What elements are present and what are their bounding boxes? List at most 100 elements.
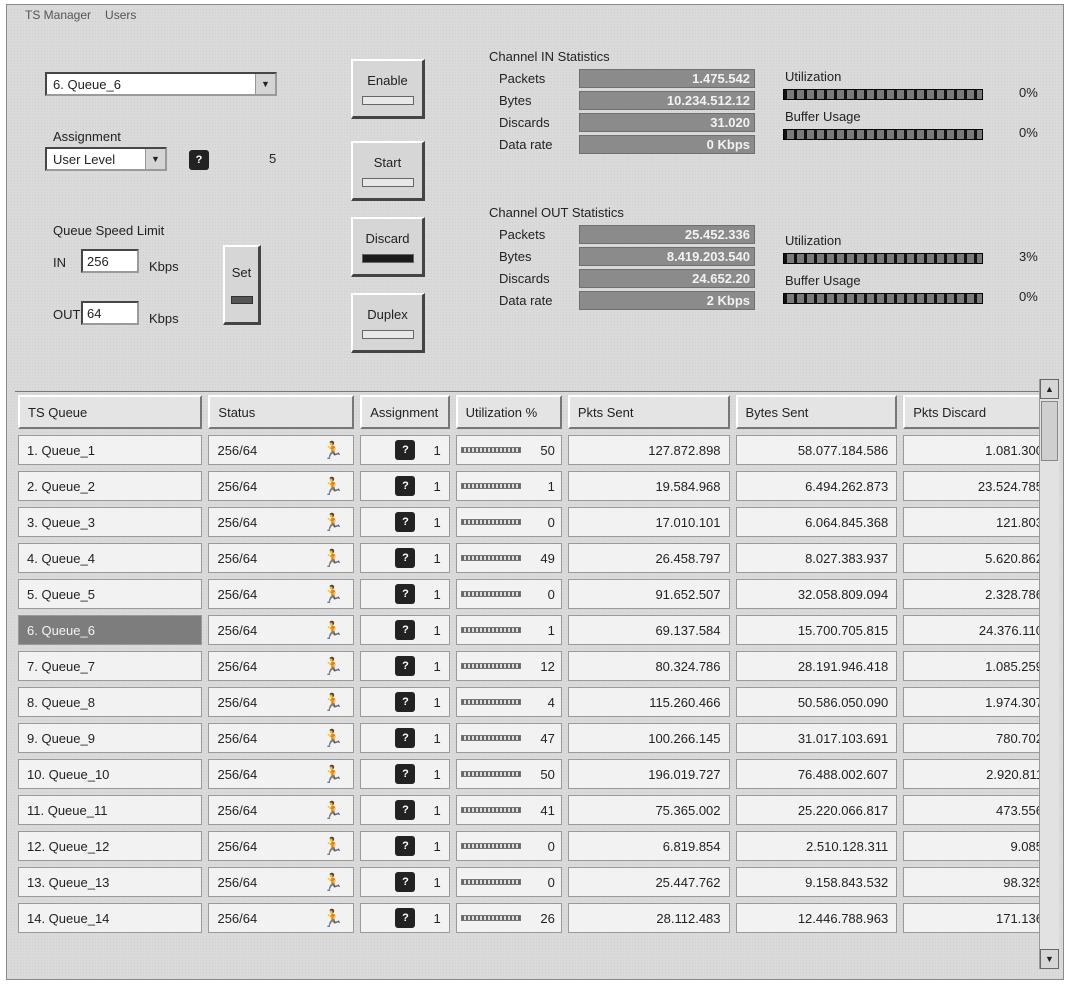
cell-status: 256/64 🏃 <box>208 795 355 825</box>
queue-name: 5. Queue_5 <box>27 586 95 602</box>
col-assignment[interactable]: Assignment <box>360 395 450 429</box>
cell-queue[interactable]: 12. Queue_12 <box>18 831 203 861</box>
col-pkts-sent[interactable]: Pkts Sent <box>567 395 730 429</box>
table-row[interactable]: 2. Queue_2 256/64 🏃? 1 1 19.584.968 6.494.262.… <box>15 468 1055 504</box>
channel-in-datarate-label: Data rate <box>499 137 553 152</box>
runner-icon[interactable]: 🏃 <box>322 766 343 783</box>
in-speed-input[interactable]: 256 <box>81 249 139 273</box>
pkts-sent-value: 127.872.898 <box>648 442 721 458</box>
out-speed-input[interactable]: 64 <box>81 301 139 325</box>
out-label: OUT <box>53 307 81 322</box>
table-row[interactable]: 3. Queue_3 256/64 🏃? 1 0 17.010.101 6.064.845.… <box>15 504 1055 540</box>
menu-ts-manager[interactable]: TS Manager <box>25 8 91 22</box>
cell-pkts-discard: 2.920.811 <box>903 759 1052 789</box>
duplex-button[interactable]: Duplex <box>351 293 425 353</box>
assignment-value: 1 <box>433 514 441 530</box>
table-row[interactable]: 12. Queue_12 256/64 🏃? 1 0 6.819.854 2.510.128… <box>15 828 1055 864</box>
table-row[interactable]: 1. Queue_1 256/64 🏃? 1 50 127.872.898 58.077.1… <box>15 432 1055 468</box>
table-row[interactable]: 6. Queue_6 256/64 🏃? 1 1 69.137.584 15.700.705… <box>15 612 1055 648</box>
runner-icon[interactable]: 🏃 <box>322 442 343 459</box>
cell-pkts-sent: 26.458.797 <box>567 543 730 573</box>
table-row[interactable]: 10. Queue_10 256/64 🏃? 1 50 196.019.727 76.488… <box>15 756 1055 792</box>
utilization-bar <box>460 735 521 741</box>
table-row[interactable]: 7. Queue_7 256/64 🏃? 1 12 80.324.786 28.191.94… <box>15 648 1055 684</box>
col-utilization[interactable]: Utilization % <box>455 395 562 429</box>
cell-utilization: 0 <box>455 507 562 537</box>
runner-icon[interactable]: 🏃 <box>322 694 343 711</box>
assignment-select-value: User Level <box>53 151 116 167</box>
cell-queue[interactable]: 10. Queue_10 <box>18 759 203 789</box>
runner-icon[interactable]: 🏃 <box>322 874 343 891</box>
cell-pkts-sent: 75.365.002 <box>567 795 730 825</box>
col-ts-queue[interactable]: TS Queue <box>18 395 203 429</box>
cell-queue[interactable]: 5. Queue_5 <box>18 579 203 609</box>
runner-icon[interactable]: 🏃 <box>322 550 343 567</box>
cell-pkts-sent: 91.652.507 <box>567 579 730 609</box>
table-row[interactable]: 8. Queue_8 256/64 🏃? 1 4 115.260.466 50.586.05… <box>15 684 1055 720</box>
cell-queue[interactable]: 3. Queue_3 <box>18 507 203 537</box>
chevron-down-icon[interactable]: ▼ <box>255 74 275 94</box>
cell-status: 256/64 🏃 <box>208 723 355 753</box>
user-level-icon: ? <box>395 476 416 496</box>
in-label: IN <box>53 255 66 270</box>
pkts-discard-value: 2.328.786 <box>985 586 1043 602</box>
cell-utilization: 0 <box>455 831 562 861</box>
cell-assignment: ? 1 <box>360 615 450 645</box>
runner-icon[interactable]: 🏃 <box>322 658 343 675</box>
table-row[interactable]: 9. Queue_9 256/64 🏃? 1 47 100.266.145 31.017.1… <box>15 720 1055 756</box>
table-row[interactable]: 4. Queue_4 256/64 🏃? 1 49 26.458.797 8.027.383… <box>15 540 1055 576</box>
user-level-icon: ? <box>395 692 416 712</box>
runner-icon[interactable]: 🏃 <box>322 622 343 639</box>
discard-button[interactable]: Discard <box>351 217 425 277</box>
runner-icon[interactable]: 🏃 <box>322 478 343 495</box>
scroll-thumb[interactable] <box>1041 401 1058 461</box>
pkts-discard-value: 1.974.307 <box>985 694 1043 710</box>
cell-queue[interactable]: 1. Queue_1 <box>18 435 203 465</box>
channel-in-packets-label: Packets <box>499 71 546 86</box>
col-bytes-sent[interactable]: Bytes Sent <box>735 395 898 429</box>
pkts-discard-value: 121.803 <box>995 514 1043 530</box>
cell-assignment: ? 1 <box>360 507 450 537</box>
discard-led-icon <box>361 253 414 263</box>
bytes-sent-value: 8.027.383.937 <box>805 550 889 566</box>
cell-utilization: 1 <box>455 615 562 645</box>
scroll-up-icon[interactable]: ▲ <box>1040 379 1059 399</box>
cell-queue[interactable]: 9. Queue_9 <box>18 723 203 753</box>
pkts-sent-value: 17.010.101 <box>655 514 721 530</box>
runner-icon[interactable]: 🏃 <box>322 730 343 747</box>
runner-icon[interactable]: 🏃 <box>322 838 343 855</box>
start-button[interactable]: Start <box>351 141 425 201</box>
cell-queue[interactable]: 13. Queue_13 <box>18 867 203 897</box>
assignment-select[interactable]: User Level ▼ <box>45 147 167 171</box>
runner-icon[interactable]: 🏃 <box>322 802 343 819</box>
user-level-icon: ? <box>395 764 416 784</box>
queue-select[interactable]: 6. Queue_6 ▼ <box>45 72 277 96</box>
cell-queue[interactable]: 14. Queue_14 <box>18 903 203 933</box>
set-button[interactable]: Set <box>223 245 261 325</box>
status-value: 256/64 <box>217 478 258 494</box>
runner-icon[interactable]: 🏃 <box>322 586 343 603</box>
table-row[interactable]: 13. Queue_13 256/64 🏃? 1 0 25.447.762 9.158.84… <box>15 864 1055 900</box>
table-scrollbar[interactable]: ▲ ▼ <box>1039 379 1059 969</box>
enable-button[interactable]: Enable <box>351 59 425 119</box>
menu-users[interactable]: Users <box>105 8 136 22</box>
utilization-bar <box>460 519 521 525</box>
scroll-down-icon[interactable]: ▼ <box>1040 949 1059 969</box>
table-row[interactable]: 5. Queue_5 256/64 🏃? 1 0 91.652.507 32.058.809… <box>15 576 1055 612</box>
channel-out-bytes-value: 8.419.203.540 <box>579 247 755 266</box>
col-pkts-discard[interactable]: Pkts Discard <box>903 395 1052 429</box>
cell-queue[interactable]: 4. Queue_4 <box>18 543 203 573</box>
channel-out-datarate-label: Data rate <box>499 293 553 308</box>
table-row[interactable]: 11. Queue_11 256/64 🏃? 1 41 75.365.002 25.220.… <box>15 792 1055 828</box>
table-row[interactable]: 14. Queue_14 256/64 🏃? 1 26 28.112.483 12.446.… <box>15 900 1055 936</box>
cell-queue[interactable]: 8. Queue_8 <box>18 687 203 717</box>
cell-queue[interactable]: 2. Queue_2 <box>18 471 203 501</box>
cell-queue[interactable]: 6. Queue_6 <box>18 615 203 645</box>
pkts-discard-value: 1.081.300 <box>985 442 1043 458</box>
col-status[interactable]: Status <box>208 395 355 429</box>
cell-queue[interactable]: 11. Queue_11 <box>18 795 203 825</box>
runner-icon[interactable]: 🏃 <box>322 514 343 531</box>
runner-icon[interactable]: 🏃 <box>322 910 343 927</box>
cell-queue[interactable]: 7. Queue_7 <box>18 651 203 681</box>
chevron-down-icon[interactable]: ▼ <box>145 149 165 169</box>
